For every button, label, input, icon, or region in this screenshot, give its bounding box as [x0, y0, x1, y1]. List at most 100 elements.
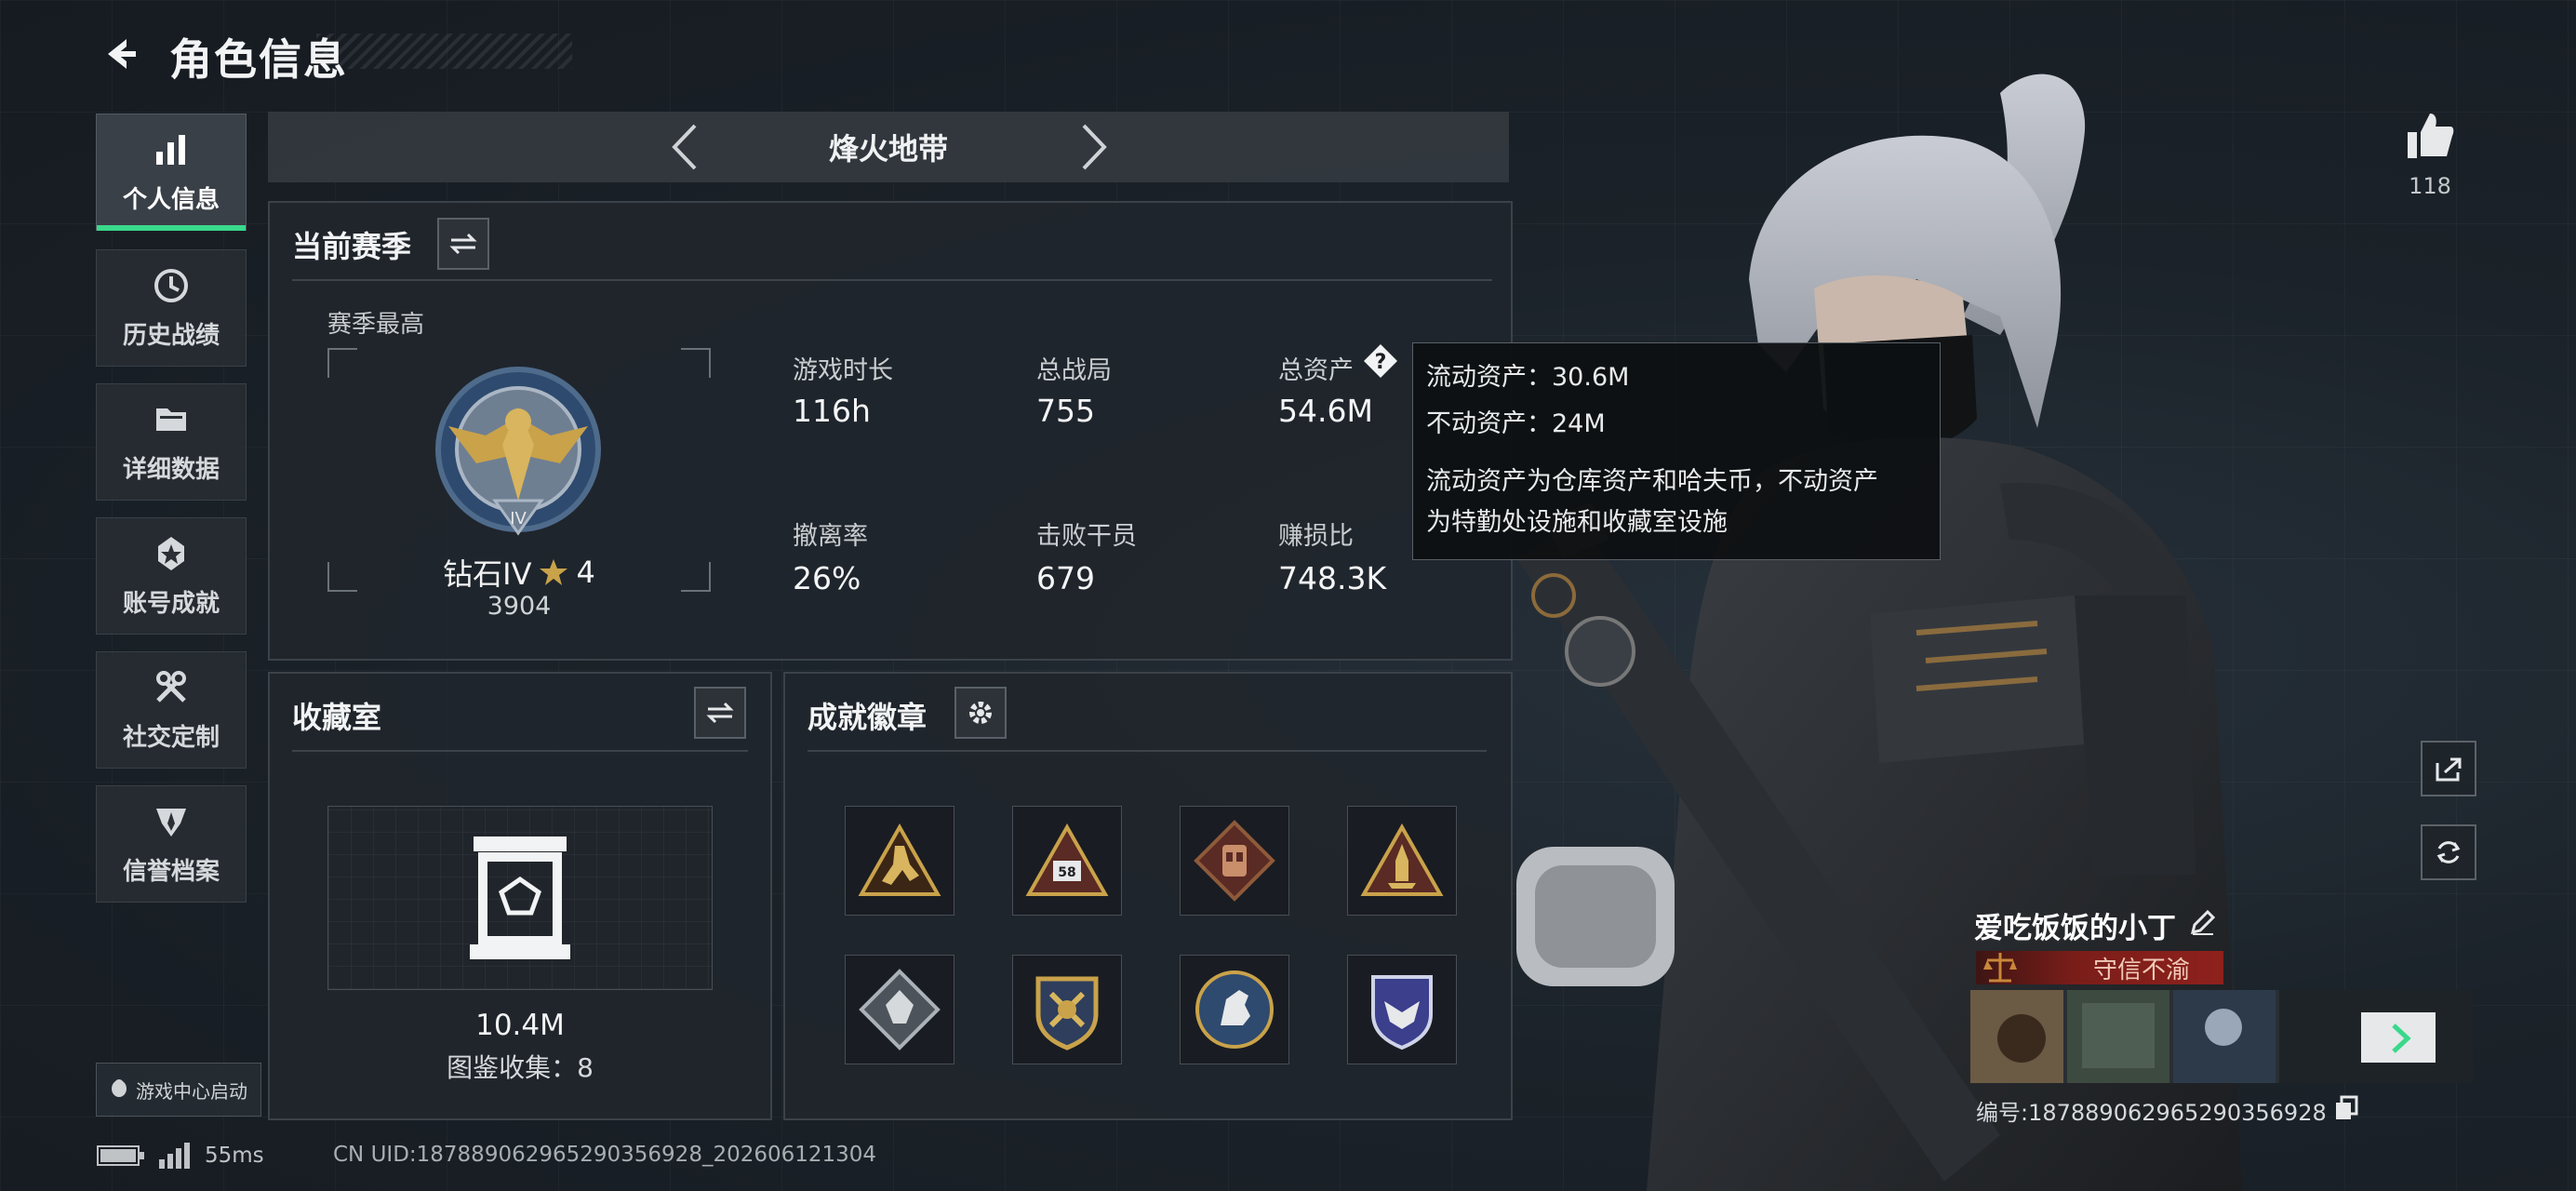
svg-text:?: ? — [1375, 351, 1387, 374]
folder-icon — [152, 400, 191, 439]
badge-gold-figure-icon[interactable] — [845, 806, 954, 916]
badge-eagle-shield-icon[interactable] — [1347, 955, 1457, 1064]
catalog-count: 图鉴收集：8 — [447, 1052, 594, 1083]
season-swap-button[interactable] — [437, 218, 489, 270]
rank-line: 钻石IV 4 — [327, 551, 711, 594]
back-arrow-icon — [108, 39, 136, 69]
collection-value: 10.4M — [475, 1009, 565, 1042]
stat-label-total-matches: 总战局 — [1036, 356, 1112, 385]
sidebar-item-personal-info[interactable]: 个人信息 — [96, 114, 247, 231]
stat-label-extraction-rate: 撤离率 — [793, 522, 868, 551]
collection-swap-button[interactable] — [694, 687, 746, 739]
player-name-row: 爱吃饭饭的小丁 — [1974, 904, 2217, 946]
swap-icon — [706, 702, 734, 724]
player-uid: 编号:18788906296529035692​8 — [1976, 1100, 2327, 1126]
tooltip-fixed-assets: 不动资产：24M — [1426, 409, 1606, 438]
honor-title-bar: 守信不渝 — [1976, 951, 2223, 984]
gear-icon — [969, 702, 992, 724]
rank-name: 钻石IV — [443, 556, 532, 592]
share-button[interactable] — [2421, 741, 2476, 796]
back-button[interactable] — [93, 28, 145, 80]
stat-label-profit-ratio: 赚损比 — [1278, 522, 1354, 551]
stat-value-profit-ratio: 748.3K — [1278, 560, 1387, 596]
shield-icon — [152, 802, 191, 841]
diamond-rank-emblem-icon: IV — [435, 367, 601, 536]
copy-icon — [2335, 1095, 2358, 1119]
rank-frame: IV 钻石IV 4 3904 — [327, 348, 711, 621]
prev-mode-button[interactable] — [657, 121, 713, 173]
badge-rocket-icon[interactable] — [1347, 806, 1457, 916]
help-icon: ? — [1364, 344, 1397, 378]
tooltip-liquid-assets: 流动资产：30.6M — [1426, 363, 1630, 392]
like-count: 118 — [2409, 173, 2451, 199]
display-case-icon — [470, 836, 570, 959]
player-banner[interactable] — [1970, 990, 2473, 1083]
collection-title: 收藏室 — [292, 700, 382, 735]
chevron-right-icon — [1082, 124, 1107, 170]
divider — [292, 750, 748, 752]
sidebar-item-label: 社交定制 — [122, 723, 220, 752]
stat-value-playtime: 116h — [793, 393, 871, 429]
stat-label-kills: 击败干员 — [1036, 522, 1137, 551]
badge-diamond-icon[interactable] — [845, 955, 954, 1064]
bar-chart-icon — [152, 130, 191, 169]
player-uid-row: 编号:18788906296529035692​8 — [1976, 1094, 2358, 1127]
copy-uid-button[interactable] — [2334, 1095, 2358, 1127]
penguin-icon — [110, 1077, 128, 1103]
scales-icon — [1983, 953, 2017, 983]
badge-vest-icon[interactable] — [1180, 806, 1289, 916]
sidebar-item-achievements[interactable]: 账号成就 — [96, 517, 247, 635]
assets-tooltip: 流动资产：30.6M 不动资产：24M 流动资产为仓库资产和哈夫币，不动资产 为… — [1412, 342, 1941, 560]
tooltip-description-line2: 为特勤处设施和收藏室设施 — [1426, 508, 1728, 537]
title-decoration — [316, 33, 572, 69]
badge-settings-button[interactable] — [954, 687, 1007, 739]
rank-stars: 4 — [576, 555, 595, 590]
next-mode-button[interactable] — [1066, 121, 1122, 173]
clock-icon — [152, 266, 191, 305]
battery-icon — [97, 1145, 144, 1166]
sidebar-item-label: 历史战绩 — [122, 321, 220, 350]
ping-value: 55ms — [205, 1144, 264, 1168]
like-button[interactable]: 118 — [2404, 110, 2456, 199]
sidebar-item-social[interactable]: 社交定制 — [96, 651, 247, 769]
collection-showcase[interactable] — [327, 806, 713, 990]
pencil-icon — [2190, 909, 2216, 935]
sidebar-item-history[interactable]: 历史战绩 — [96, 249, 247, 367]
medal-icon — [152, 534, 191, 573]
sidebar-item-detailed-data[interactable]: 详细数据 — [96, 383, 247, 501]
achievement-badges-panel: 成就徽章 58 — [783, 672, 1513, 1120]
sidebar-item-label: 详细数据 — [122, 455, 220, 484]
stat-label-total-assets: 总资产 — [1278, 356, 1354, 385]
badge-58-icon[interactable]: 58 — [1012, 806, 1122, 916]
edit-name-button[interactable] — [2189, 908, 2217, 943]
share-icon — [2436, 757, 2462, 782]
collection-panel: 收藏室 10.4M 图鉴收集：8 — [268, 672, 772, 1120]
help-button[interactable]: ? — [1362, 342, 1399, 380]
swap-icon — [449, 233, 477, 255]
mode-selector: 烽火地带 — [268, 112, 1509, 182]
game-center-launch-chip: 游戏中心启动 — [96, 1063, 261, 1117]
player-name: 爱吃饭饭的小丁 — [1974, 912, 2176, 945]
stat-value-extraction-rate: 26% — [793, 560, 861, 596]
refresh-button[interactable] — [2421, 824, 2476, 880]
season-best-label: 赛季最高 — [327, 311, 425, 339]
launch-label: 游戏中心启动 — [136, 1079, 247, 1103]
stat-value-kills: 679 — [1036, 560, 1095, 596]
stat-value-total-matches: 755 — [1036, 393, 1095, 429]
tooltip-description-line1: 流动资产为仓库资产和哈夫币，不动资产 — [1426, 467, 1878, 496]
badge-crossed-swords-icon[interactable] — [1012, 955, 1122, 1064]
svg-text:58: 58 — [1058, 865, 1075, 880]
badges-title: 成就徽章 — [808, 700, 928, 735]
chevron-left-icon — [672, 124, 697, 170]
sidebar-item-label: 账号成就 — [122, 589, 220, 618]
sidebar-item-label: 信誉档案 — [122, 857, 220, 886]
status-bar: 55ms — [97, 1143, 264, 1169]
divider — [292, 279, 1492, 281]
badge-horse-icon[interactable] — [1180, 955, 1289, 1064]
current-season-title: 当前赛季 — [292, 229, 412, 264]
honor-title: 守信不渝 — [2093, 956, 2191, 984]
stat-label-playtime: 游戏时长 — [793, 356, 893, 385]
star-icon — [540, 559, 568, 585]
sidebar-item-reputation[interactable]: 信誉档案 — [96, 785, 247, 903]
mode-name: 烽火地带 — [828, 131, 948, 167]
